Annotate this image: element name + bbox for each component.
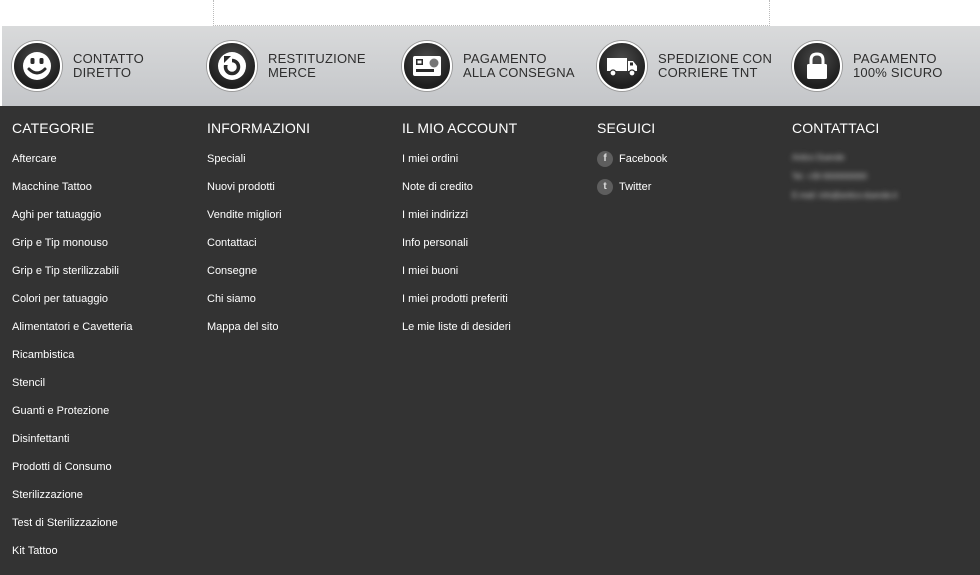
feature-pagamento-sicuro: PAGAMENTO 100% SICURO (782, 26, 977, 106)
feature-line2: ALLA CONSEGNA (463, 65, 575, 80)
twitter-link[interactable]: t Twitter (597, 179, 667, 209)
contact-info: Antico Duende Tel. +39 0000000000 E-mail… (792, 153, 897, 210)
category-link[interactable]: Stencil (12, 377, 132, 405)
account-link[interactable]: I miei prodotti preferiti (402, 293, 517, 321)
account-link[interactable]: I miei buoni (402, 265, 517, 293)
return-arrow-icon (207, 41, 257, 91)
feature-line2: CORRIERE TNT (658, 65, 758, 80)
column-title: SEGUICI (597, 120, 656, 136)
page-top-area (0, 0, 980, 26)
category-link[interactable]: Kit Tattoo (12, 545, 132, 573)
footer-column-contattaci: CONTATTACI Antico Duende Tel. +39 000000… (792, 119, 897, 210)
smiley-icon (12, 41, 62, 91)
info-link[interactable]: Mappa del sito (207, 321, 310, 349)
column-title: CONTATTACI (792, 120, 880, 136)
facebook-icon: f (597, 151, 613, 167)
category-link[interactable]: Prodotti di Consumo (12, 461, 132, 489)
contact-email[interactable]: E-mail: info@antico-duende.it (792, 191, 897, 210)
footer-column-categorie: CATEGORIE Aftercare Macchine Tattoo Aghi… (12, 119, 132, 573)
feature-line1: SPEDIZIONE CON (658, 51, 773, 66)
account-link[interactable]: I miei ordini (402, 153, 517, 181)
contact-phone: Tel. +39 0000000000 (792, 172, 867, 181)
features-bar: CONTATTO DIRETTO RESTITUZIONE MERCE PAGA… (0, 26, 980, 106)
category-link[interactable]: Ricambistica (12, 349, 132, 377)
category-link[interactable]: Aftercare (12, 153, 132, 181)
category-link[interactable]: Disinfettanti (12, 433, 132, 461)
account-list: I miei ordini Note di credito I miei ind… (402, 153, 517, 349)
feature-line2: DIRETTO (73, 65, 132, 80)
account-link[interactable]: Info personali (402, 237, 517, 265)
account-link[interactable]: Note di credito (402, 181, 517, 209)
category-link[interactable]: Grip e Tip sterilizzabili (12, 265, 132, 293)
category-link[interactable]: Macchine Tattoo (12, 181, 132, 209)
category-link[interactable]: Alimentatori e Cavetteria (12, 321, 132, 349)
info-link[interactable]: Vendite migliori (207, 209, 310, 237)
category-link[interactable]: Sterilizzazione (12, 489, 132, 517)
category-link[interactable]: Guanti e Protezione (12, 405, 132, 433)
info-list: Speciali Nuovi prodotti Vendite migliori… (207, 153, 310, 349)
account-link[interactable]: I miei indirizzi (402, 209, 517, 237)
facebook-label: Facebook (619, 153, 668, 165)
facebook-link[interactable]: f Facebook (597, 151, 668, 181)
category-list: Aftercare Macchine Tattoo Aghi per tatua… (12, 153, 132, 573)
feature-restituzione: RESTITUZIONE MERCE (197, 26, 392, 106)
column-title: INFORMAZIONI (207, 120, 311, 136)
info-link[interactable]: Consegne (207, 265, 310, 293)
feature-line1: PAGAMENTO (463, 51, 547, 66)
info-link[interactable]: Chi siamo (207, 293, 310, 321)
account-link[interactable]: Le mie liste di desideri (402, 321, 517, 349)
feature-line1: CONTATTO (73, 51, 144, 66)
padlock-icon (792, 41, 842, 91)
contact-company: Antico Duende (792, 153, 845, 162)
info-link[interactable]: Nuovi prodotti (207, 181, 310, 209)
column-title: CATEGORIE (12, 120, 95, 136)
column-title: IL MIO ACCOUNT (402, 120, 518, 136)
footer-column-informazioni: INFORMAZIONI Speciali Nuovi prodotti Ven… (207, 119, 310, 349)
info-link[interactable]: Speciali (207, 153, 310, 181)
feature-pagamento-consegna: PAGAMENTO ALLA CONSEGNA (392, 26, 587, 106)
feature-spedizione: SPEDIZIONE CON CORRIERE TNT (587, 26, 782, 106)
footer-column-seguici: SEGUICI f Facebook t Twitter (597, 119, 667, 209)
footer-column-account: IL MIO ACCOUNT I miei ordini Note di cre… (402, 119, 517, 349)
credit-card-icon (402, 41, 452, 91)
feature-line1: PAGAMENTO (853, 51, 937, 66)
category-link[interactable]: Colori per tatuaggio (12, 293, 132, 321)
category-link[interactable]: Aghi per tatuaggio (12, 209, 132, 237)
category-link[interactable]: Grip e Tip monouso (12, 237, 132, 265)
info-link[interactable]: Contattaci (207, 237, 310, 265)
feature-line2: MERCE (268, 65, 316, 80)
twitter-icon: t (597, 179, 613, 195)
feature-line1: RESTITUZIONE (268, 51, 366, 66)
truck-icon (597, 41, 647, 91)
twitter-label: Twitter (619, 181, 652, 193)
category-link[interactable]: Test di Sterilizzazione (12, 517, 132, 545)
social-list: f Facebook t Twitter (597, 151, 668, 209)
content-box-bottom (213, 0, 770, 26)
feature-contatto: CONTATTO DIRETTO (2, 26, 197, 106)
feature-line2: 100% SICURO (853, 65, 943, 80)
